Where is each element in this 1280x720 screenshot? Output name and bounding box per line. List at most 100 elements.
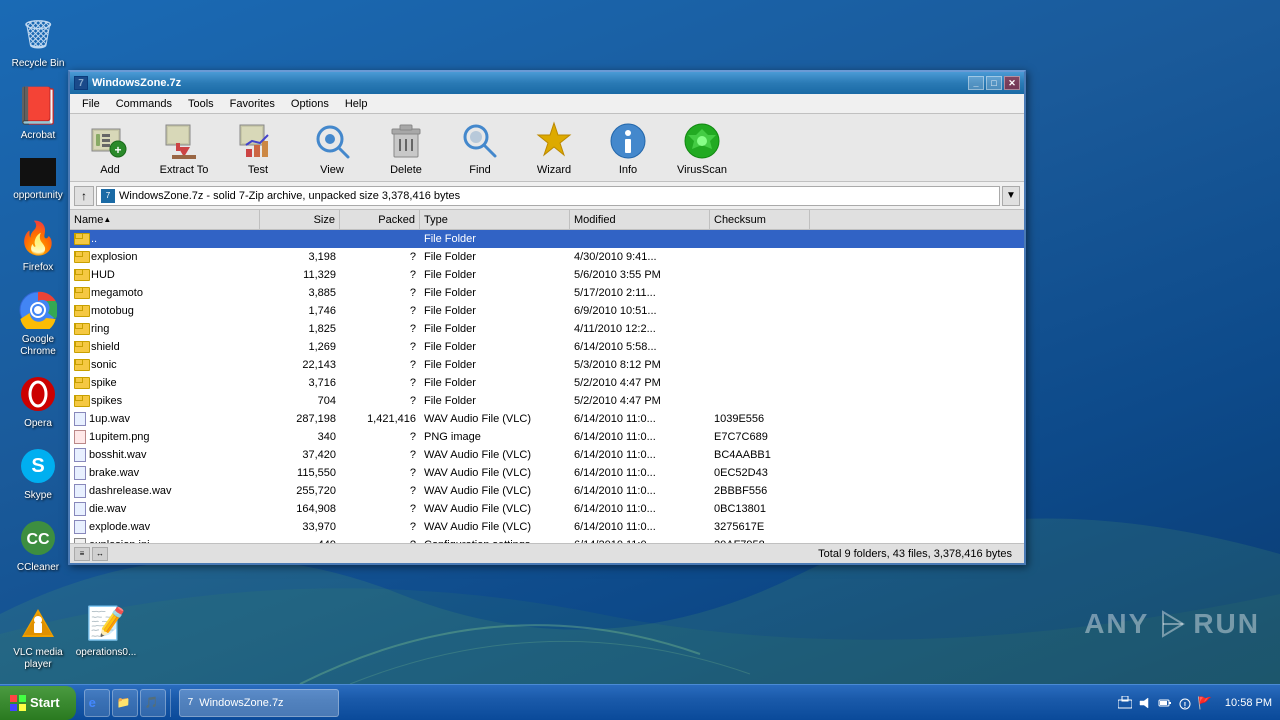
- svg-text:S: S: [31, 455, 44, 477]
- folder-icon: [74, 377, 88, 389]
- taskbar-7zip-item[interactable]: 7 WindowsZone.7z: [179, 689, 339, 717]
- tray-battery-icon[interactable]: [1157, 695, 1173, 711]
- toolbar-virusscan-button[interactable]: VirusScan: [666, 117, 738, 179]
- menu-commands[interactable]: Commands: [108, 96, 180, 112]
- taskbar-ie[interactable]: e: [84, 689, 110, 717]
- table-row[interactable]: 1upitem.png 340 ? PNG image 6/14/2010 11…: [70, 428, 1024, 446]
- file-type-cell: Configuration settings: [420, 536, 570, 543]
- menu-tools[interactable]: Tools: [180, 96, 222, 112]
- table-row[interactable]: explosion.ini 449 ? Configuration settin…: [70, 536, 1024, 543]
- file-modified: 5/2/2010 4:47 PM: [574, 377, 661, 389]
- desktop-icon-opportunity[interactable]: opportunity: [6, 154, 70, 206]
- col-header-packed[interactable]: Packed: [340, 210, 420, 229]
- status-btn-1[interactable]: ≡: [74, 547, 90, 561]
- status-btn-2[interactable]: ↔: [92, 547, 108, 561]
- file-name: megamoto: [91, 287, 143, 299]
- table-row[interactable]: megamoto 3,885 ? File Folder 5/17/2010 2…: [70, 284, 1024, 302]
- file-size: 22,143: [302, 359, 336, 371]
- file-packed-cell: ?: [340, 518, 420, 536]
- file-modified: 6/9/2010 10:51...: [574, 305, 657, 317]
- start-button[interactable]: Start: [0, 686, 76, 720]
- desktop-icon-operations[interactable]: 📝 operations0...: [74, 599, 138, 675]
- table-row[interactable]: brake.wav 115,550 ? WAV Audio File (VLC)…: [70, 464, 1024, 482]
- table-row[interactable]: spikes 704 ? File Folder 5/2/2010 4:47 P…: [70, 392, 1024, 410]
- col-header-type[interactable]: Type: [420, 210, 570, 229]
- file-size-cell: 3,716: [260, 374, 340, 392]
- table-row[interactable]: sonic 22,143 ? File Folder 5/3/2010 8:12…: [70, 356, 1024, 374]
- file-name: explosion: [91, 251, 137, 263]
- toolbar-test-button[interactable]: Test: [222, 117, 294, 179]
- maximize-button[interactable]: □: [986, 76, 1002, 90]
- chrome-label: Google Chrome: [10, 334, 66, 358]
- table-row[interactable]: dashrelease.wav 255,720 ? WAV Audio File…: [70, 482, 1024, 500]
- tray-flag-icon[interactable]: 🚩: [1197, 695, 1213, 711]
- file-type-cell: WAV Audio File (VLC): [420, 410, 570, 428]
- back-button[interactable]: ↑: [74, 186, 94, 206]
- address-dropdown[interactable]: ▼: [1002, 186, 1020, 206]
- desktop-icon-acrobat[interactable]: 📕 Acrobat: [6, 82, 70, 146]
- file-type-cell: File Folder: [420, 392, 570, 410]
- file-packed-cell: ?: [340, 374, 420, 392]
- file-modified: 6/14/2010 11:0...: [574, 431, 656, 443]
- file-modified-cell: 6/14/2010 11:0...: [570, 446, 710, 464]
- toolbar-extract-button[interactable]: Extract To: [148, 117, 220, 179]
- folder-icon: [74, 233, 88, 245]
- file-name: spikes: [91, 395, 122, 407]
- file-checksum-cell: 0BC13801: [710, 500, 810, 518]
- 7zip-window: 7 WindowsZone.7z _ □ ✕ File Commands Too…: [68, 70, 1026, 565]
- file-name-cell: sonic: [70, 356, 260, 374]
- desktop-icon-firefox[interactable]: 🔥 Firefox: [6, 214, 70, 278]
- minimize-button[interactable]: _: [968, 76, 984, 90]
- taskbar-clock: 10:58 PM: [1217, 697, 1272, 709]
- menu-file[interactable]: File: [74, 96, 108, 112]
- table-row[interactable]: spike 3,716 ? File Folder 5/2/2010 4:47 …: [70, 374, 1024, 392]
- taskbar-folder[interactable]: 📁: [112, 689, 138, 717]
- toolbar-view-button[interactable]: View: [296, 117, 368, 179]
- chrome-icon: [18, 290, 58, 330]
- desktop-icon-chrome[interactable]: Google Chrome: [6, 286, 70, 362]
- file-modified: 5/6/2010 3:55 PM: [574, 269, 661, 281]
- table-row[interactable]: 1up.wav 287,198 1,421,416 WAV Audio File…: [70, 410, 1024, 428]
- table-row[interactable]: HUD 11,329 ? File Folder 5/6/2010 3:55 P…: [70, 266, 1024, 284]
- col-header-checksum[interactable]: Checksum: [710, 210, 810, 229]
- desktop-icon-opera[interactable]: Opera: [6, 370, 70, 434]
- tray-antivirus-icon[interactable]: !: [1177, 695, 1193, 711]
- table-row[interactable]: explosion 3,198 ? File Folder 4/30/2010 …: [70, 248, 1024, 266]
- col-header-name[interactable]: Name: [70, 210, 260, 229]
- col-header-size[interactable]: Size: [260, 210, 340, 229]
- svg-text:CC: CC: [26, 531, 50, 548]
- table-row[interactable]: ring 1,825 ? File Folder 4/11/2010 12:2.…: [70, 320, 1024, 338]
- start-label: Start: [30, 695, 60, 710]
- ie-icon: e: [89, 695, 96, 710]
- table-row[interactable]: .. File Folder: [70, 230, 1024, 248]
- test-button-label: Test: [248, 164, 268, 176]
- desktop-icon-recycle-bin[interactable]: 🗑 Recycle Bin: [6, 10, 70, 74]
- toolbar-delete-button[interactable]: Delete: [370, 117, 442, 179]
- address-text: WindowsZone.7z - solid 7-Zip archive, un…: [119, 190, 460, 202]
- system-tray: ! 🚩 10:58 PM: [1109, 695, 1280, 711]
- menu-help[interactable]: Help: [337, 96, 376, 112]
- desktop-icon-ccleaner[interactable]: CC CCleaner: [6, 514, 70, 578]
- desktop-icon-skype[interactable]: S Skype: [6, 442, 70, 506]
- tray-volume-icon[interactable]: [1137, 695, 1153, 711]
- taskbar-media[interactable]: 🎵: [140, 689, 166, 717]
- file-modified-cell: 5/6/2010 3:55 PM: [570, 266, 710, 284]
- menu-favorites[interactable]: Favorites: [222, 96, 283, 112]
- file-type: PNG image: [424, 431, 481, 443]
- toolbar-info-button[interactable]: Info: [592, 117, 664, 179]
- table-row[interactable]: die.wav 164,908 ? WAV Audio File (VLC) 6…: [70, 500, 1024, 518]
- close-button[interactable]: ✕: [1004, 76, 1020, 90]
- desktop-icon-vlc[interactable]: VLC media player: [6, 599, 70, 675]
- col-header-modified[interactable]: Modified: [570, 210, 710, 229]
- table-row[interactable]: bosshit.wav 37,420 ? WAV Audio File (VLC…: [70, 446, 1024, 464]
- table-row[interactable]: explode.wav 33,970 ? WAV Audio File (VLC…: [70, 518, 1024, 536]
- table-row[interactable]: motobug 1,746 ? File Folder 6/9/2010 10:…: [70, 302, 1024, 320]
- toolbar-find-button[interactable]: Find: [444, 117, 516, 179]
- table-row[interactable]: shield 1,269 ? File Folder 6/14/2010 5:5…: [70, 338, 1024, 356]
- menu-options[interactable]: Options: [283, 96, 337, 112]
- tray-network-icon[interactable]: [1117, 695, 1133, 711]
- toolbar-add-button[interactable]: + Add: [74, 117, 146, 179]
- toolbar-wizard-button[interactable]: Wizard: [518, 117, 590, 179]
- file-name: brake.wav: [89, 467, 139, 479]
- file-icon: [74, 412, 86, 426]
